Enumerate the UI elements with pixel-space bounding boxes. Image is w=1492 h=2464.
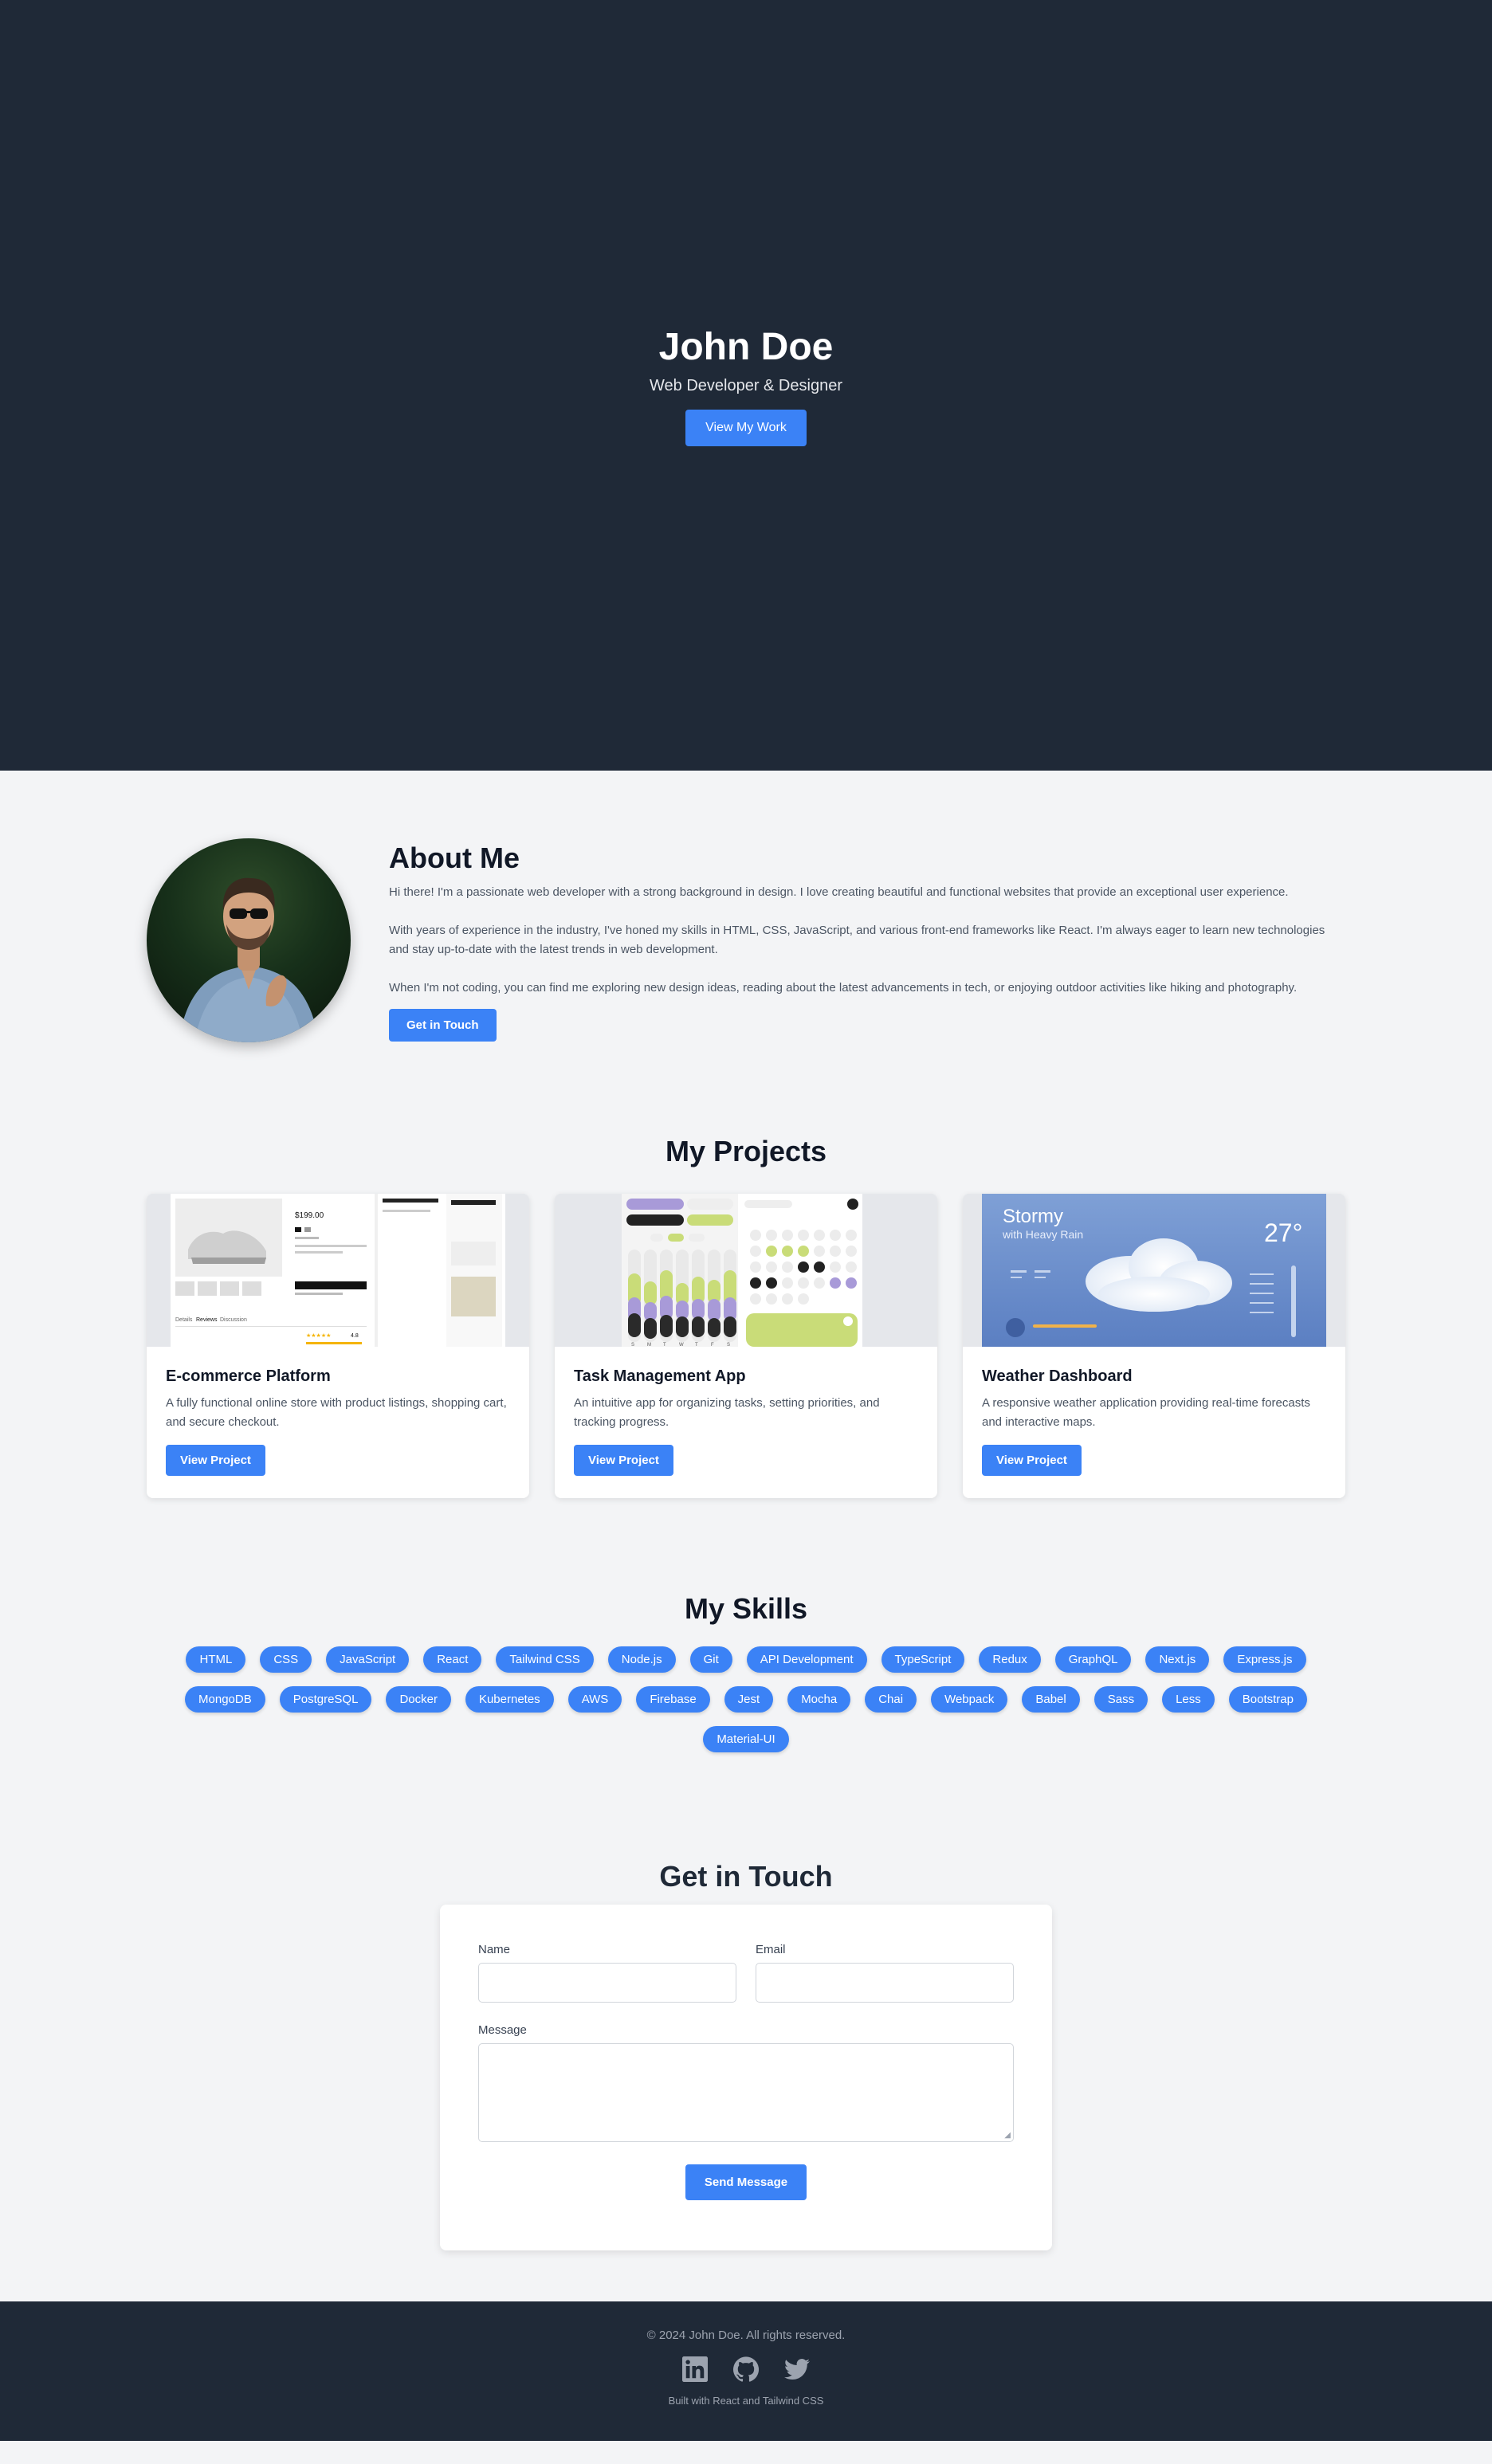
svg-text:$199.00: $199.00: [295, 1211, 324, 1220]
skill-badge: Next.js: [1145, 1646, 1210, 1673]
skill-badge: MongoDB: [185, 1686, 265, 1713]
send-message-button[interactable]: Send Message: [685, 2164, 807, 2200]
skill-badge: AWS: [567, 1686, 622, 1713]
about-paragraph-3: When I'm not coding, you can find me exp…: [389, 981, 1298, 995]
skill-badge: TypeScript: [881, 1646, 965, 1673]
skill-badge: Tailwind CSS: [496, 1646, 594, 1673]
skill-badge: Docker: [386, 1686, 451, 1713]
skill-badge: PostgreSQL: [279, 1686, 372, 1713]
view-my-work-button[interactable]: View My Work: [685, 409, 807, 446]
skill-badge: HTML: [186, 1646, 246, 1673]
svg-text:with Heavy Rain: with Heavy Rain: [1002, 1228, 1083, 1241]
skill-badge: Chai: [865, 1686, 917, 1713]
svg-text:F: F: [711, 1343, 714, 1347]
contact-section: Get in Touch Name Email Message ◢ Send M…: [0, 1809, 1492, 2250]
avatar-portrait: [179, 877, 319, 1042]
skill-badge: Webpack: [931, 1686, 1008, 1713]
hero-name: John Doe: [658, 325, 834, 368]
project-thumbnail-tasks: S M T W T F S: [555, 1194, 937, 1347]
hero-section: John Doe Web Developer & Designer View M…: [0, 0, 1492, 771]
view-project-button[interactable]: View Project: [166, 1445, 265, 1476]
project-description: A fully functional online store with pro…: [166, 1396, 507, 1429]
svg-text:W: W: [679, 1343, 684, 1347]
projects-title: My Projects: [665, 1135, 827, 1167]
svg-text:Reviews: Reviews: [196, 1317, 218, 1323]
skill-badge: API Development: [746, 1646, 867, 1673]
about-title: About Me: [389, 842, 520, 874]
email-field[interactable]: [756, 1963, 1014, 2003]
skill-badge: Kubernetes: [465, 1686, 554, 1713]
footer: © 2024 John Doe. All rights reserved. Bu…: [0, 2301, 1492, 2441]
svg-text:Details: Details: [175, 1317, 193, 1323]
about-content: About Me Hi there! I'm a passionate web …: [389, 838, 1345, 1083]
message-field[interactable]: ◢: [478, 2043, 1014, 2142]
view-project-button[interactable]: View Project: [982, 1445, 1082, 1476]
name-label: Name: [478, 1943, 511, 1956]
svg-text:27°: 27°: [1264, 1218, 1302, 1247]
project-title: E-commerce Platform: [166, 1367, 331, 1385]
contact-title: Get in Touch: [659, 1860, 833, 1893]
project-thumbnail-ecommerce: $199.00 Details Reviews Discussion ★★★★★…: [147, 1194, 529, 1347]
skill-badge: Material-UI: [703, 1726, 789, 1752]
svg-text:S: S: [631, 1343, 634, 1347]
skill-badge: Sass: [1093, 1686, 1148, 1713]
project-card: Stormy with Heavy Rain 27° Weather Dashb…: [963, 1194, 1345, 1498]
project-title: Weather Dashboard: [982, 1367, 1133, 1385]
get-in-touch-button[interactable]: Get in Touch: [389, 1009, 497, 1042]
svg-text:T: T: [695, 1343, 698, 1347]
skill-badge: Firebase: [636, 1686, 710, 1713]
svg-text:Discussion: Discussion: [220, 1317, 247, 1323]
skill-list: HTML CSS JavaScript React Tailwind CSS Node.j…: [147, 1646, 1345, 1752]
message-label: Message: [478, 2023, 527, 2037]
skill-badge: React: [423, 1646, 482, 1673]
skill-badge: Mocha: [787, 1686, 851, 1713]
github-icon[interactable]: [733, 2356, 759, 2382]
svg-text:4.8: 4.8: [351, 1333, 359, 1339]
skill-badge: Bootstrap: [1228, 1686, 1307, 1713]
project-cards: $199.00 Details Reviews Discussion ★★★★★…: [147, 1194, 1345, 1498]
skill-badge: Redux: [979, 1646, 1041, 1673]
footer-built-with: Built with React and Tailwind CSS: [668, 2395, 824, 2407]
skill-badge: Node.js: [607, 1646, 676, 1673]
project-title: Task Management App: [574, 1367, 746, 1385]
skills-section: My Skills HTML CSS JavaScript React Tailwind…: [147, 1498, 1345, 1809]
twitter-icon[interactable]: [784, 2356, 810, 2382]
skill-badge: GraphQL: [1054, 1646, 1132, 1673]
about-paragraph-1: Hi there! I'm a passionate web developer…: [389, 885, 1289, 899]
social-links: [682, 2356, 810, 2382]
svg-text:★★★★★: ★★★★★: [306, 1332, 331, 1339]
avatar: [147, 838, 351, 1042]
skill-badge: Babel: [1022, 1686, 1080, 1713]
project-description: An intuitive app for organizing tasks, s…: [574, 1396, 880, 1429]
footer-copyright: © 2024 John Doe. All rights reserved.: [646, 2329, 846, 2342]
about-paragraph-2: With years of experience in the industry…: [389, 924, 1325, 956]
resize-handle-icon[interactable]: ◢: [1004, 2132, 1011, 2140]
view-project-button[interactable]: View Project: [574, 1445, 673, 1476]
project-card: $199.00 Details Reviews Discussion ★★★★★…: [147, 1194, 529, 1498]
skill-badge: Express.js: [1223, 1646, 1306, 1673]
email-label: Email: [756, 1943, 786, 1956]
about-section: About Me Hi there! I'm a passionate web …: [147, 771, 1345, 1083]
projects-section: My Projects $199.00 Details Reviews Disc…: [147, 1083, 1345, 1498]
svg-text:T: T: [663, 1343, 666, 1347]
svg-text:M: M: [647, 1343, 651, 1347]
linkedin-icon[interactable]: [682, 2356, 708, 2382]
project-card: S M T W T F S Task Management App An int…: [555, 1194, 937, 1498]
contact-form: Name Email Message ◢ Send Message: [440, 1905, 1052, 2250]
skill-badge: CSS: [260, 1646, 312, 1673]
svg-text:Stormy: Stormy: [1003, 1206, 1063, 1227]
hero-tagline: Web Developer & Designer: [650, 376, 842, 394]
skill-badge: Git: [689, 1646, 732, 1673]
project-thumbnail-weather: Stormy with Heavy Rain 27°: [963, 1194, 1345, 1347]
project-description: A responsive weather application providi…: [982, 1396, 1310, 1429]
name-field[interactable]: [478, 1963, 736, 2003]
skill-badge: Less: [1162, 1686, 1215, 1713]
skills-title: My Skills: [684, 1592, 808, 1625]
svg-text:S: S: [727, 1343, 730, 1347]
skill-badge: JavaScript: [326, 1646, 410, 1673]
skill-badge: Jest: [724, 1686, 774, 1713]
